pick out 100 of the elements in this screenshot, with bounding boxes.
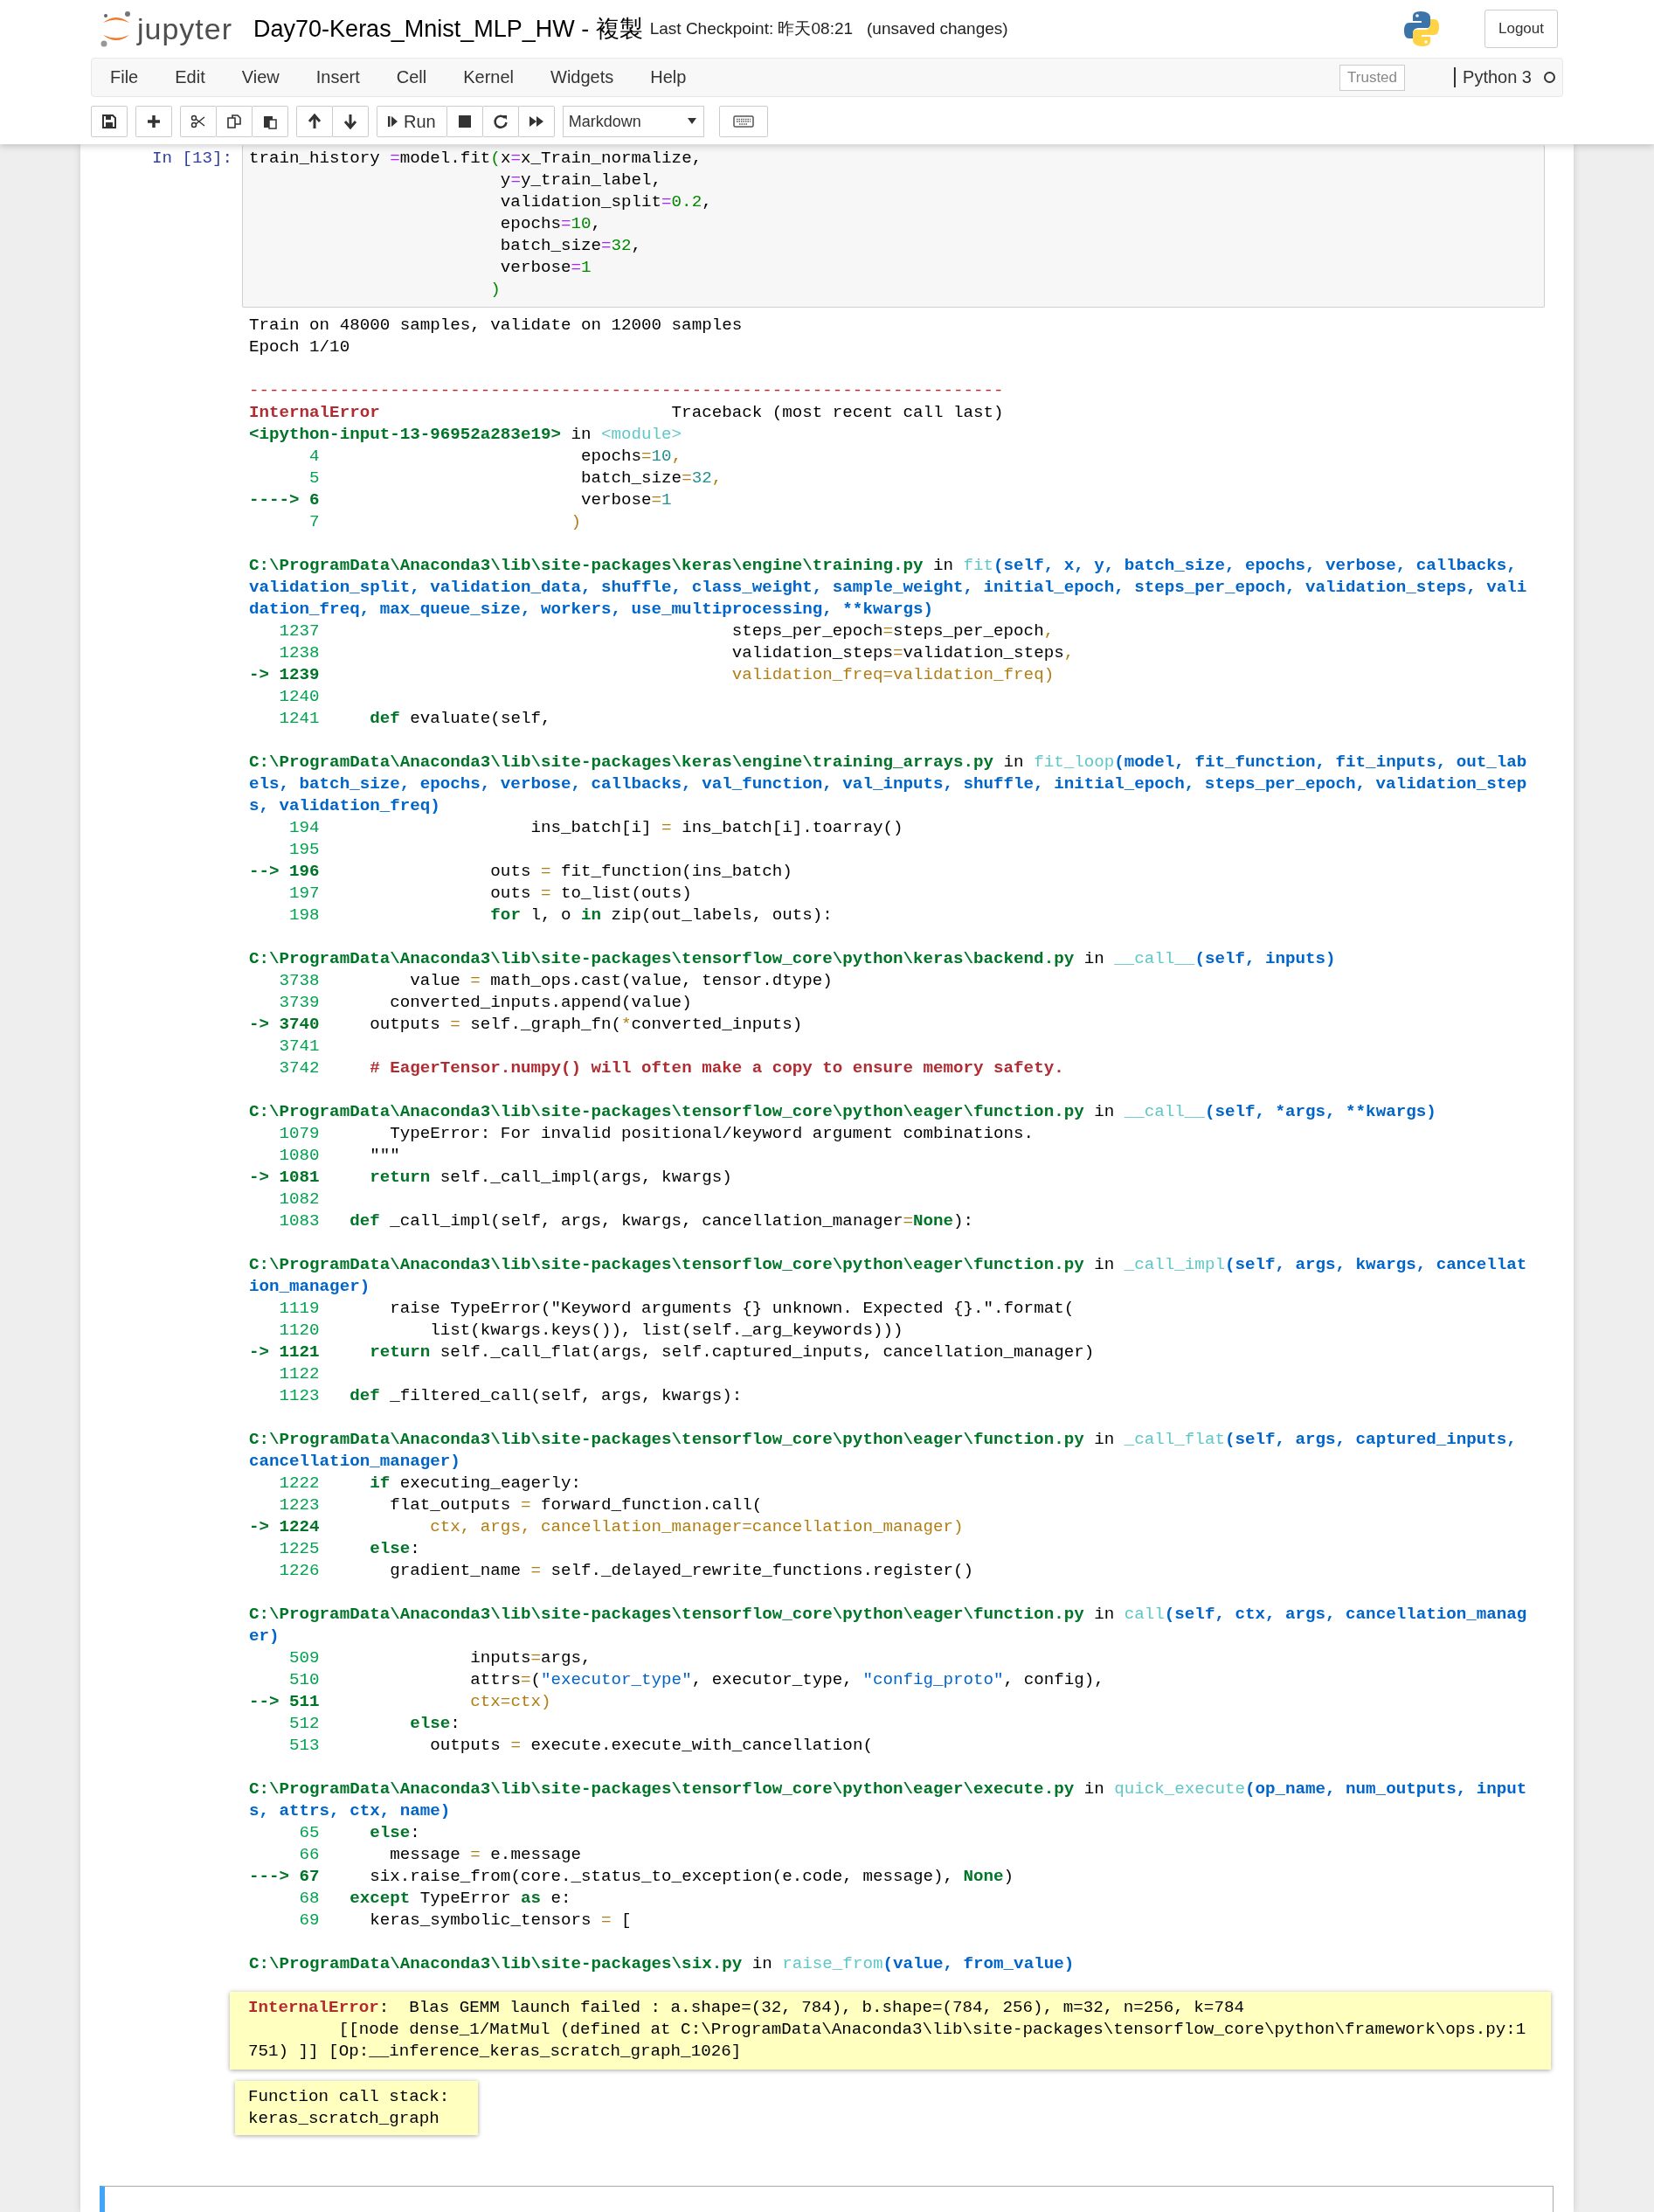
traceback-line: 1237 steps_per_epoch=steps_per_epoch, [278, 621, 1055, 642]
traceback-line: 66 message = e.message [298, 1844, 582, 1866]
traceback-line: C:\ProgramData\Anaconda3\lib\site-packages\tensorflow_core\python\keras\backend.py in __call__(self, inputs) [249, 948, 1337, 970]
traceback-line: --> 511 ctx=ctx) [249, 1691, 552, 1713]
traceback-line: 1226 gradient_name = self._delayed_rewrite_functions.register() [278, 1560, 975, 1582]
traceback-line: 1119 raise TypeError("Keyword arguments {} unknown. Expected {}.".format( [278, 1298, 1076, 1320]
traceback-line: -> 1081 return self._call_impl(args, kwargs) [249, 1167, 733, 1189]
traceback-line: 509 inputs=args, [288, 1647, 592, 1669]
traceback-line: -> 1121 return self._call_flat(args, self.captured_inputs, cancellation_manager) [249, 1342, 1096, 1363]
kernel-name: Python 3 [1454, 67, 1532, 87]
traceback-line: els, batch_size, epochs, verbose, callbacks, val_function, val_inputs, shuffle, initial_epoch, steps_per_epoch, validation_step [249, 773, 1528, 795]
stop-button[interactable] [446, 106, 483, 137]
clipboard-icon [262, 114, 278, 129]
traceback-line: 1223 flat_outputs = forward_function.call( [278, 1494, 764, 1516]
move-down-button[interactable] [332, 106, 369, 137]
caret-icon [687, 118, 696, 125]
code-editor[interactable]: train_history =model.fit(x=x_Train_normalize, y=y_train_label, validation_split=0.2, epochs=10, batch_size=32, verbose=1 ) [242, 145, 1545, 308]
traceback-line: 3742 # EagerTensor.numpy() will often make a copy to ensure memory safety. [278, 1057, 1065, 1079]
add-cell-button[interactable] [135, 106, 172, 137]
traceback-line: 68 except TypeError as e: [298, 1888, 572, 1910]
traceback-line: 197 outs = to_list(outs) [288, 883, 693, 905]
arrow-down-icon [343, 114, 357, 129]
menu-item[interactable]: Help [632, 67, 705, 87]
code-line: verbose=1 [499, 257, 592, 279]
arrow-up-icon [308, 114, 322, 129]
logout-button[interactable]: Logout [1484, 10, 1558, 48]
traceback-line: 1241 def evaluate(self, [278, 708, 552, 730]
call-stack-line: Function call stack: [248, 2086, 451, 2108]
traceback-line: C:\ProgramData\Anaconda3\lib\site-packages\tensorflow_core\python\eager\function.py in _call_impl(self, args, kwargs, cancellat [249, 1254, 1528, 1276]
traceback-line: 1240 [278, 686, 321, 708]
fast-forward-icon [528, 114, 544, 128]
plus-icon [147, 114, 161, 128]
run-button[interactable]: Run [377, 106, 447, 137]
traceback-line: 513 outputs = execute.execute_with_cancellation( [288, 1735, 874, 1757]
traceback-line: 3741 [278, 1036, 321, 1057]
traceback-line: 1083 def _call_impl(self, args, kwargs, cancellation_manager=None): [278, 1210, 975, 1232]
copy-icon [226, 114, 242, 129]
traceback-line: C:\ProgramData\Anaconda3\lib\site-packages\six.py in raise_from(value, from_value) [249, 1953, 1076, 1975]
code-line: validation_split=0.2, [499, 191, 713, 213]
traceback-line: 198 for l, o in zip(out_labels, outs): [288, 905, 834, 926]
traceback-line: 3739 converted_inputs.append(value) [278, 992, 693, 1014]
error-line: 751) ]] [Op:__inference_keras_scratch_graph_1026] [248, 2041, 743, 2063]
traceback-line: ---> 67 six.raise_from(core._status_to_exception(e.code, message), None) [249, 1866, 1015, 1888]
menu-item[interactable]: File [92, 67, 157, 87]
error-line: InternalError: Blas GEMM launch failed : a.shape=(32, 784), b.shape=(784, 256), m=32, n=256, k=784 [248, 1997, 1245, 2019]
autosave-status: (unsaved changes) [867, 19, 1008, 38]
logo-text[interactable]: jupyter [137, 11, 233, 46]
traceback-line: --> 196 outs = fit_function(ins_batch) [249, 861, 793, 883]
menu-item[interactable]: Cell [377, 67, 446, 87]
traceback-line: 65 else: [298, 1822, 421, 1844]
traceback-line: cancellation_manager) [249, 1451, 461, 1473]
move-up-button[interactable] [296, 106, 333, 137]
traceback-line: ----> 6 verbose=1 [249, 489, 673, 511]
menu-item[interactable]: Edit [156, 67, 224, 87]
traceback-line: 69 keras_symbolic_tensors = [ [298, 1910, 633, 1931]
trusted-button[interactable]: Trusted [1339, 64, 1406, 91]
fast-forward-button[interactable] [517, 106, 555, 137]
traceback-line: C:\ProgramData\Anaconda3\lib\site-packages\tensorflow_core\python\eager\execute.py in quick_execute(op_name, num_outputs, input [249, 1779, 1528, 1800]
code-line: train_history =model.fit(x=x_Train_normalize, [249, 148, 703, 170]
traceback-line: 1238 validation_steps=validation_steps, [278, 642, 1076, 664]
save-button[interactable] [91, 106, 128, 137]
menu-item[interactable]: Widgets [532, 67, 633, 87]
traceback-line: InternalError Traceback (most recent call last) [249, 402, 1005, 424]
keyboard-icon [732, 115, 754, 128]
code-line: epochs=10, [499, 213, 602, 235]
cut-button[interactable] [180, 106, 217, 137]
step-forward-icon [388, 114, 398, 128]
keyboard-button[interactable] [718, 106, 768, 137]
copy-button[interactable] [216, 106, 253, 137]
python-logo-icon [1402, 10, 1441, 48]
menu-item[interactable]: Kernel [445, 67, 532, 87]
traceback-line: 1123 def _filtered_call(self, args, kwargs): [278, 1385, 744, 1407]
traceback-line: 510 attrs=("executor_type", executor_type, "config_proto", config), [288, 1669, 1105, 1691]
traceback-line: C:\ProgramData\Anaconda3\lib\site-packages\keras\engine\training_arrays.py in fit_loop(model, fit_function, fit_inputs, out_lab [249, 752, 1528, 773]
menu-item[interactable]: View [223, 67, 298, 87]
cell-type-dropdown[interactable]: Markdown [562, 106, 704, 137]
traceback-line: 1080 """ [278, 1145, 401, 1167]
traceback-line: --------------------------------------------------------------------------- [249, 380, 1005, 402]
traceback-line: 7 ) [308, 511, 582, 533]
refresh-icon [492, 114, 509, 129]
traceback-line: 512 else: [288, 1713, 461, 1735]
menu-item[interactable]: Insert [297, 67, 378, 87]
input-prompt: In [13]: [150, 148, 232, 170]
traceback-line: 195 [288, 839, 321, 861]
traceback-line: Train on 48000 samples, validate on 12000 samples [249, 315, 744, 336]
traceback-line: 1222 if executing_eagerly: [278, 1473, 582, 1494]
paste-button[interactable] [252, 106, 288, 137]
traceback-line: <ipython-input-13-96952a283e19> in <module> [249, 424, 683, 446]
traceback-line: 3738 value = math_ops.cast(value, tensor.dtype) [278, 970, 834, 992]
traceback-line: C:\ProgramData\Anaconda3\lib\site-packages\tensorflow_core\python\eager\function.py in __call__(self, *args, **kwargs) [249, 1101, 1437, 1123]
restart-button[interactable] [481, 106, 519, 137]
traceback-line: C:\ProgramData\Anaconda3\lib\site-packages\keras\engine\training.py in fit(self, x, y, batch_size, epochs, verbose, callbacks, [249, 555, 1518, 577]
traceback-line: ion_manager) [249, 1276, 371, 1298]
traceback-line: 5 batch_size=32, [308, 468, 723, 489]
traceback-line: dation_freq, max_queue_size, workers, use_multiprocessing, **kwargs) [249, 599, 934, 621]
traceback-line: er) [249, 1626, 280, 1647]
traceback-line: -> 1224 ctx, args, cancellation_manager=cancellation_manager) [249, 1516, 965, 1538]
traceback-line: 194 ins_batch[i] = ins_batch[i].toarray() [288, 817, 904, 839]
call-stack-line: keras_scratch_graph [248, 2108, 440, 2130]
notebook-name[interactable]: Day70-Keras_Mnist_MLP_HW - 複製 [253, 13, 643, 45]
